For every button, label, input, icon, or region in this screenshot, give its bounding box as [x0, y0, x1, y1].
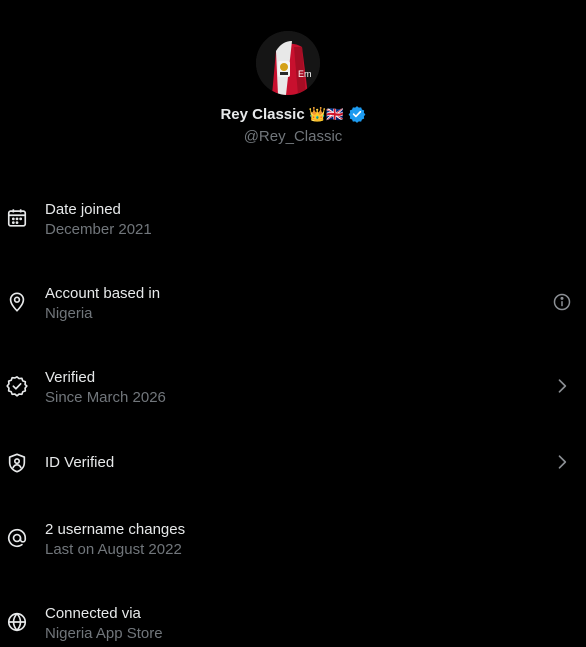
row-subtitle: December 2021 — [45, 221, 152, 238]
info-icon[interactable] — [552, 292, 572, 312]
row-verified[interactable]: Verified Since March 2026 — [0, 344, 586, 428]
chevron-right-icon[interactable] — [552, 376, 572, 396]
row-connected-via: Connected via Nigeria App Store — [0, 580, 586, 647]
globe-icon — [6, 611, 28, 633]
location-pin-icon — [6, 291, 28, 313]
avatar[interactable]: Em — [256, 31, 320, 95]
calendar-icon — [6, 207, 28, 229]
verified-badge-icon — [348, 105, 366, 123]
svg-text:Em: Em — [298, 69, 312, 79]
row-title: Connected via — [45, 605, 141, 622]
name-emojis: 👑🇬🇧 — [308, 105, 344, 122]
row-subtitle: Nigeria — [45, 305, 93, 322]
chevron-right-icon[interactable] — [552, 452, 572, 472]
row-subtitle: Nigeria App Store — [45, 625, 163, 642]
username-handle: @Rey_Classic — [243, 128, 343, 145]
avatar-image: Em — [256, 31, 320, 95]
row-title: Verified — [45, 369, 96, 386]
row-subtitle: Last on August 2022 — [45, 541, 182, 558]
row-subtitle: Since March 2026 — [45, 389, 166, 406]
row-title: Account based in — [45, 285, 161, 302]
row-date-joined: Date joined December 2021 — [0, 176, 586, 260]
verified-badge-icon — [6, 375, 28, 397]
row-title: Date joined — [45, 201, 121, 218]
id-shield-icon — [6, 452, 28, 474]
display-name: Rey Classic — [220, 105, 305, 123]
at-sign-icon — [6, 527, 28, 549]
row-title: ID Verified — [45, 454, 115, 471]
profile-header: Em Rey Classic 👑🇬🇧 @Rey_Classic — [0, 0, 586, 160]
row-account-based-in: Account based in Nigeria — [0, 260, 586, 344]
row-title: 2 username changes — [45, 521, 186, 538]
row-username-changes: 2 username changes Last on August 2022 — [0, 496, 586, 580]
display-name-row: Rey Classic 👑🇬🇧 — [0, 105, 586, 123]
